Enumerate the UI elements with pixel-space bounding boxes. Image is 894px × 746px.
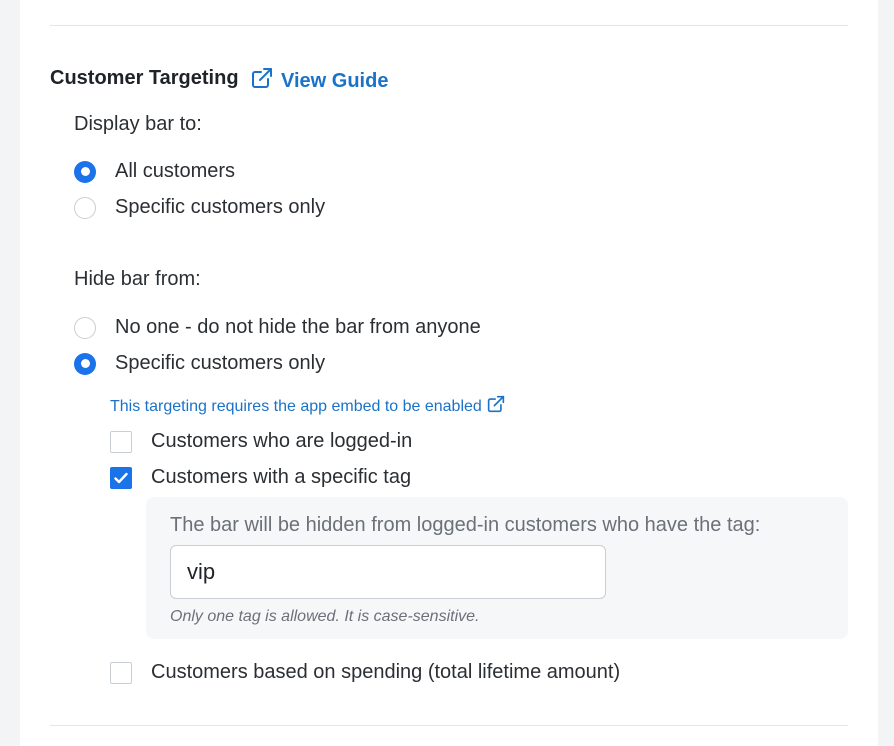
option-label: All customers	[115, 160, 236, 182]
checkbox-spending[interactable]	[110, 661, 132, 684]
external-link-icon	[487, 395, 505, 418]
radio-no-one[interactable]	[74, 316, 96, 339]
tag-panel: The bar will be hidden from logged-in cu…	[146, 497, 848, 639]
option-label: No one - do not hide the bar from anyone	[115, 316, 481, 338]
settings-card: Customer Targeting View Guide Display ba…	[20, 0, 878, 746]
option-label: Specific customers only	[115, 196, 326, 218]
notice-label: This targeting requires the app embed to…	[110, 397, 482, 415]
checkbox-logged-in[interactable]	[110, 430, 132, 453]
radio-specific-customers[interactable]	[74, 196, 96, 219]
option-label: Specific customers only	[115, 352, 326, 374]
checkmark-icon	[114, 472, 128, 483]
hide-option-none[interactable]: No one - do not hide the bar from anyone	[74, 316, 481, 339]
view-guide-label: View Guide	[281, 69, 389, 92]
top-divider	[50, 25, 848, 26]
display-bar-label: Display bar to:	[74, 113, 202, 135]
checkbox-specific-tag[interactable]	[110, 466, 132, 489]
tag-input[interactable]	[170, 545, 606, 599]
display-option-specific[interactable]: Specific customers only	[74, 196, 325, 219]
view-guide-link[interactable]: View Guide	[251, 67, 388, 95]
external-link-icon	[251, 67, 273, 95]
radio-hide-specific[interactable]	[74, 352, 96, 375]
hide-option-specific[interactable]: Specific customers only	[74, 352, 325, 375]
hide-bar-label: Hide bar from:	[74, 268, 201, 290]
app-embed-notice-link[interactable]: This targeting requires the app embed to…	[110, 395, 505, 418]
section-title: Customer Targeting	[50, 67, 239, 89]
checkbox-label: Customers based on spending (total lifet…	[151, 661, 621, 683]
checkbox-tag-row[interactable]: Customers with a specific tag	[110, 466, 411, 489]
checkbox-logged-in-row[interactable]: Customers who are logged-in	[110, 430, 412, 453]
tag-panel-description: The bar will be hidden from logged-in cu…	[170, 514, 761, 536]
bottom-divider	[50, 725, 848, 726]
display-option-all[interactable]: All customers	[74, 160, 235, 183]
radio-all-customers[interactable]	[74, 160, 96, 183]
tag-help-text: Only one tag is allowed. It is case-sens…	[170, 608, 480, 625]
checkbox-label: Customers with a specific tag	[151, 466, 412, 488]
checkbox-label: Customers who are logged-in	[151, 430, 413, 452]
checkbox-spending-row[interactable]: Customers based on spending (total lifet…	[110, 661, 620, 684]
